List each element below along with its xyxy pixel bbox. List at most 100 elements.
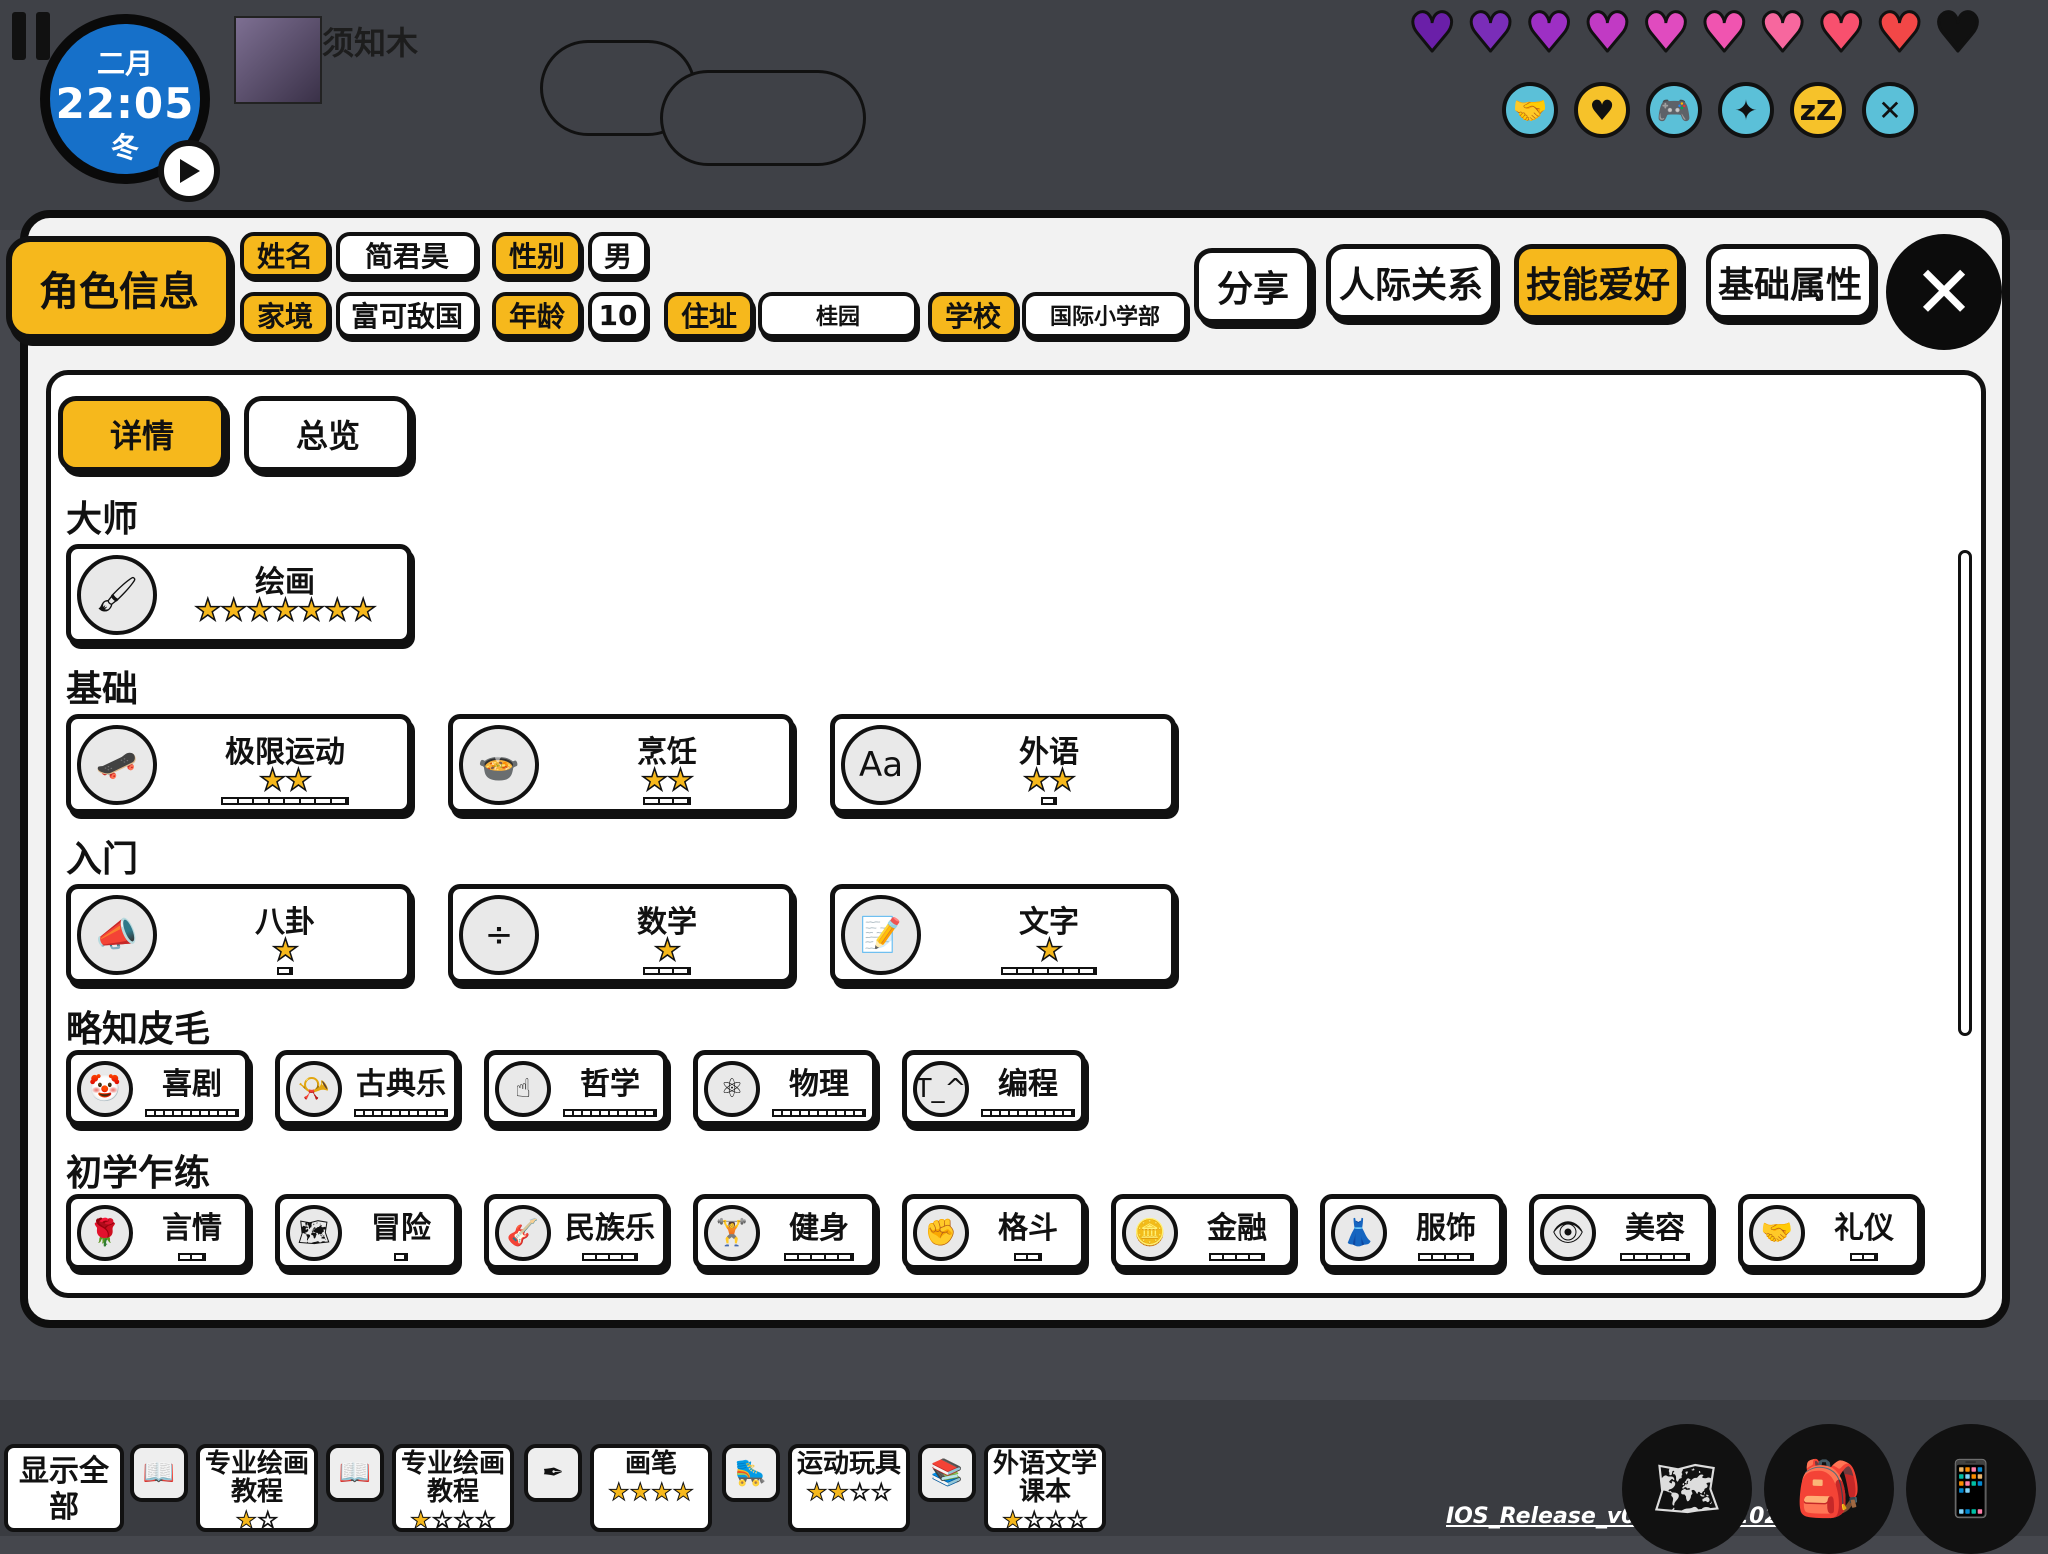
skill-stars: ★: [271, 932, 299, 969]
map-icon[interactable]: 🗺: [1622, 1424, 1752, 1554]
guitar-icon: 🎸: [495, 1205, 551, 1261]
skill-card[interactable]: T_^ 编程: [902, 1050, 1086, 1126]
inventory-item[interactable]: 画笔 ★★★★: [590, 1444, 712, 1532]
play-button[interactable]: [158, 140, 220, 202]
skill-card[interactable]: 🗺 冒险: [275, 1194, 459, 1270]
skill-card[interactable]: 👁 美容: [1529, 1194, 1713, 1270]
skill-name: 言情: [162, 1211, 222, 1246]
backpack-icon[interactable]: 🎒: [1764, 1424, 1894, 1554]
skill-card[interactable]: 👗 服饰: [1320, 1194, 1504, 1270]
inventory-item-stars: ★★☆☆: [805, 1478, 893, 1507]
skill-card[interactable]: 🏋 健身: [693, 1194, 877, 1270]
skill-card[interactable]: 🤡 喜剧: [66, 1050, 250, 1126]
age-label: 年龄: [492, 292, 582, 338]
show-all-button[interactable]: 显示全部: [4, 1444, 124, 1532]
roller-skate-icon[interactable]: 🛼: [722, 1444, 780, 1502]
heart-icon[interactable]: ♥: [1574, 82, 1630, 138]
tab-overview[interactable]: 总览: [244, 396, 412, 472]
skill-card[interactable]: 🖌 绘画 ★★★★★★★: [66, 544, 412, 644]
heart-icon: ♥: [1932, 1, 1983, 64]
skill-progress-bar: [1014, 1253, 1042, 1261]
inventory-item-label: 专业绘画教程: [204, 1449, 309, 1507]
inventory-item-label: 画笔: [624, 1449, 677, 1479]
skill-card[interactable]: 🛹 极限运动 ★★: [66, 714, 412, 814]
tab-relationships[interactable]: 人际关系: [1326, 244, 1496, 320]
skill-card[interactable]: 🍲 烹饪 ★★: [448, 714, 794, 814]
inventory-item[interactable]: 专业绘画教程 ★☆: [196, 1444, 318, 1535]
code-face-icon: T_^: [913, 1061, 969, 1117]
skill-card[interactable]: 📯 古典乐: [275, 1050, 459, 1126]
scrollbar[interactable]: [1958, 550, 1972, 1036]
inventory-item[interactable]: 运动玩具 ★★☆☆: [788, 1444, 910, 1532]
heart-icon: ♥: [1874, 1, 1925, 64]
skill-card[interactable]: Aa 外语 ★★: [830, 714, 1176, 814]
skill-stars: ★★★★★★★: [194, 592, 378, 629]
close-button[interactable]: ✕: [1886, 234, 2002, 350]
skill-progress-bar: [643, 797, 691, 805]
skill-card[interactable]: 🎸 民族乐: [484, 1194, 668, 1270]
skill-progress-bar: [1850, 1253, 1878, 1261]
skill-card[interactable]: 📣 八卦 ★: [66, 884, 412, 984]
inventory-item[interactable]: 专业绘画教程 ★☆☆☆: [392, 1444, 514, 1535]
skill-card[interactable]: ☝ 哲学: [484, 1050, 668, 1126]
pen-icon[interactable]: ✒: [524, 1444, 582, 1502]
handshake-icon[interactable]: 🤝: [1502, 82, 1558, 138]
philosophy-icon: ☝: [495, 1061, 551, 1117]
book-icon[interactable]: 📖: [130, 1444, 188, 1502]
avatar[interactable]: [234, 16, 322, 104]
map-icon: 🗺: [286, 1205, 342, 1261]
skill-progress-bar: [1041, 797, 1057, 805]
handshake-icon: 🤝: [1749, 1205, 1805, 1261]
skills-content: [46, 370, 1986, 1298]
gamepad-icon[interactable]: 🎮: [1646, 82, 1702, 138]
clothing-icon: 👗: [1331, 1205, 1387, 1261]
atom-icon: ⚛: [704, 1061, 760, 1117]
skill-name: 服饰: [1416, 1211, 1476, 1246]
tab-skills[interactable]: 技能爱好: [1514, 244, 1682, 320]
school-label: 学校: [928, 292, 1018, 338]
utensils-icon[interactable]: ✕: [1862, 82, 1918, 138]
skill-card[interactable]: 🌹 言情: [66, 1194, 250, 1270]
skill-progress-bar: [772, 1109, 866, 1117]
heart-icon: ♥: [1640, 1, 1691, 64]
inventory-item-stars: ★☆☆☆: [1001, 1506, 1089, 1535]
show-all-label: 显示全部: [19, 1454, 109, 1525]
skill-card[interactable]: 🪙 金融: [1111, 1194, 1295, 1270]
skill-card[interactable]: ✊ 格斗: [902, 1194, 1086, 1270]
skill-progress-bar: [354, 1109, 448, 1117]
heart-icon: ♥: [1582, 1, 1633, 64]
skill-progress-bar: [563, 1109, 657, 1117]
skill-progress-bar: [784, 1253, 854, 1261]
sleep-icon[interactable]: zZ: [1790, 82, 1846, 138]
cloud-decoration: [660, 70, 866, 166]
skill-card[interactable]: 🤝 礼仪: [1738, 1194, 1922, 1270]
skill-progress-bar: [1620, 1253, 1690, 1261]
heart-icon: ♥: [1465, 1, 1516, 64]
textbook-icon[interactable]: 📚: [918, 1444, 976, 1502]
foreign-language-icon: Aa: [841, 725, 921, 805]
skill-card[interactable]: 📝 文字 ★: [830, 884, 1176, 984]
skill-card[interactable]: ÷ 数学 ★: [448, 884, 794, 984]
tab-attributes[interactable]: 基础属性: [1706, 244, 1874, 320]
phone-icon[interactable]: 📱: [1906, 1424, 2036, 1554]
section-title: 大师: [66, 499, 139, 540]
skill-name: 美容: [1625, 1211, 1685, 1246]
skill-progress-bar: [221, 797, 349, 805]
section-title: 初学乍练: [66, 1153, 211, 1194]
skill-name: 喜剧: [162, 1067, 222, 1102]
skill-progress-bar: [277, 967, 293, 975]
skill-progress-bar: [981, 1109, 1075, 1117]
skill-progress-bar: [145, 1109, 239, 1117]
section-title: 基础: [66, 669, 139, 710]
inventory-item-stars: ★☆: [235, 1506, 279, 1535]
inventory-item[interactable]: 外语文学课本 ★☆☆☆: [984, 1444, 1106, 1535]
share-button[interactable]: 分享: [1194, 248, 1312, 324]
book-icon[interactable]: 📖: [326, 1444, 384, 1502]
skill-card[interactable]: ⚛ 物理: [693, 1050, 877, 1126]
heart-icon: ♥: [1699, 1, 1750, 64]
skill-name: 哲学: [580, 1067, 640, 1102]
name-label: 姓名: [240, 232, 330, 278]
section-title: 略知皮毛: [66, 1009, 211, 1050]
sparkle-icon[interactable]: ✦: [1718, 82, 1774, 138]
tab-details[interactable]: 详情: [58, 396, 226, 472]
